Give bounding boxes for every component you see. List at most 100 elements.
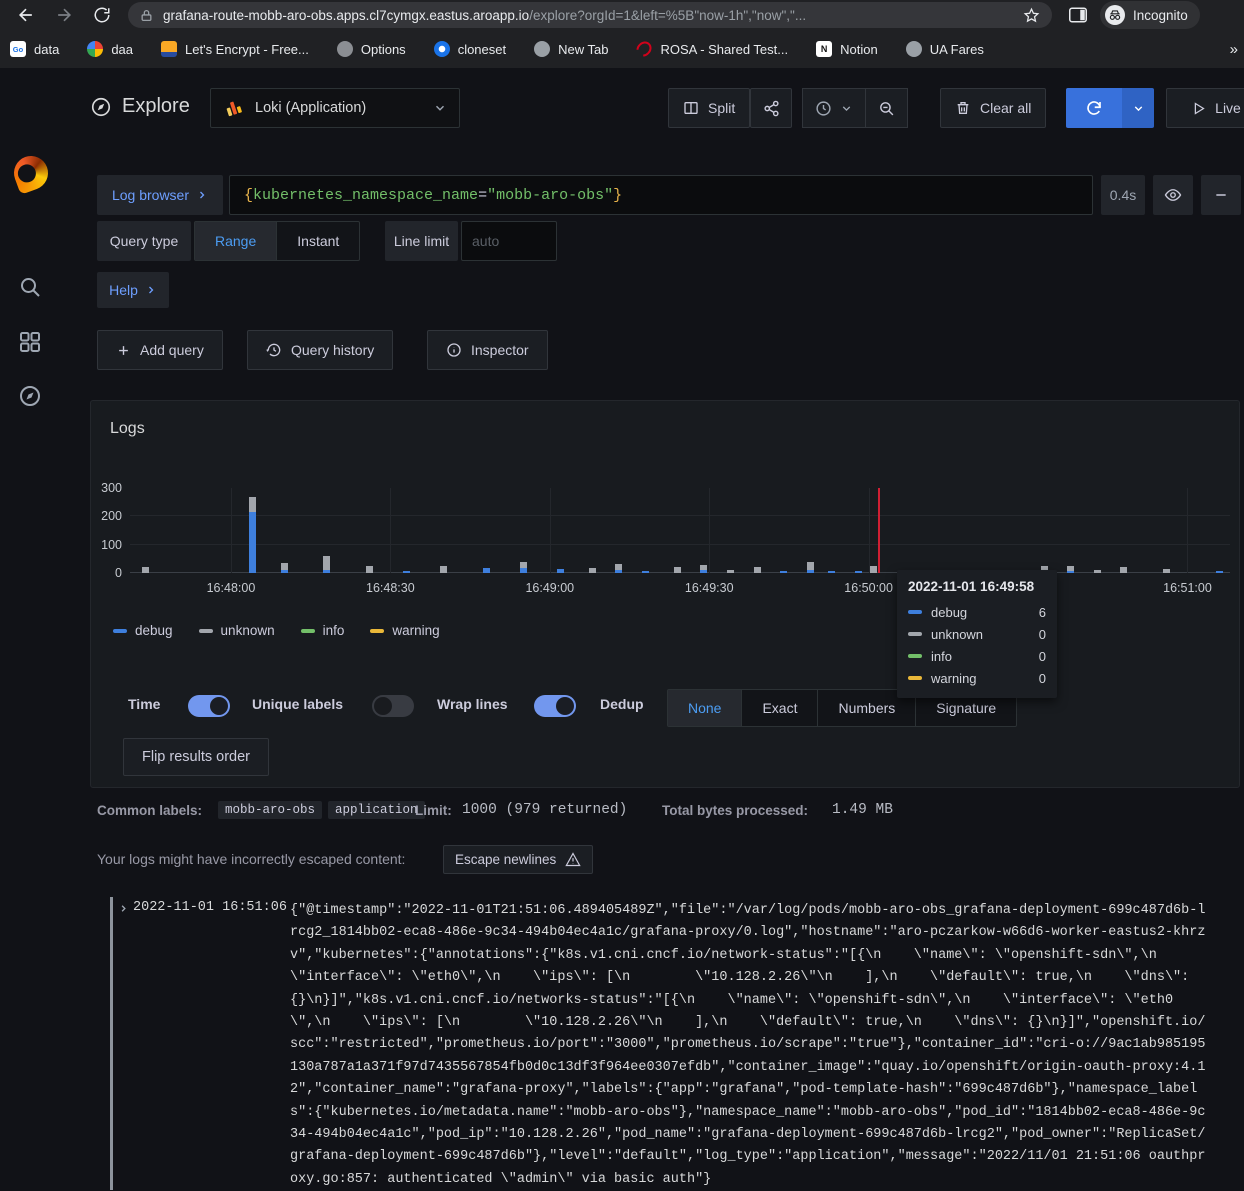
share-button[interactable] <box>750 88 792 128</box>
chart-bar-debug <box>249 512 256 573</box>
bookmark-item[interactable]: NNotion <box>816 41 878 57</box>
reload-icon <box>93 6 111 24</box>
log-line: scc":"restricted","prometheus.io/port":"… <box>290 1034 1238 1056</box>
bookmark-item[interactable]: Let's Encrypt - Free... <box>161 41 309 57</box>
bookmark-item[interactable]: daa <box>87 41 133 57</box>
explore-compass-icon[interactable] <box>18 384 42 408</box>
chart-bar-unknown <box>700 565 707 570</box>
grafana-logo[interactable] <box>9 151 53 195</box>
angle-right-icon <box>118 903 129 914</box>
chart-bar-unknown <box>1094 570 1101 573</box>
query-brace-close: } <box>613 187 622 204</box>
legend-item-unknown[interactable]: unknown <box>199 623 275 638</box>
split-button[interactable]: Split <box>668 88 750 128</box>
x-gridline <box>231 488 232 573</box>
time-toggle[interactable] <box>188 695 230 717</box>
browser-back-button[interactable] <box>14 3 38 27</box>
remove-query-button[interactable] <box>1201 175 1241 215</box>
time-picker-group <box>802 88 908 128</box>
wrap-lines-toggle-label: Wrap lines <box>437 696 508 712</box>
bookmark-label: daa <box>111 42 133 57</box>
tooltip-series-value: 0 <box>1039 627 1046 642</box>
legend-item-info[interactable]: info <box>301 623 345 638</box>
query-type-option-instant[interactable]: Instant <box>276 222 359 260</box>
bookmark-item[interactable]: ROSA - Shared Test... <box>636 42 788 57</box>
cloneset-icon <box>434 41 450 57</box>
chart-bar-unknown <box>281 563 288 570</box>
run-query-button[interactable] <box>1066 88 1122 128</box>
legend-label: unknown <box>221 623 275 638</box>
bookmark-item[interactable]: New Tab <box>534 41 608 57</box>
dedup-option-exact[interactable]: Exact <box>741 690 817 726</box>
search-icon[interactable] <box>18 275 42 299</box>
address-bar[interactable]: grafana-route-mobb-aro-obs.apps.cl7cymgx… <box>128 2 1052 28</box>
chart-bar-unknown <box>1067 566 1074 571</box>
x-tick-label: 16:49:00 <box>510 581 590 595</box>
help-button[interactable]: Help <box>97 272 169 308</box>
line-limit-input[interactable] <box>461 221 557 261</box>
bookmark-item[interactable]: cloneset <box>434 41 506 57</box>
flip-results-order-button[interactable]: Flip results order <box>123 738 269 776</box>
tooltip-series-value: 6 <box>1039 605 1046 620</box>
side-panel-button[interactable] <box>1066 3 1090 27</box>
query-type-option-range[interactable]: Range <box>195 222 276 260</box>
clear-all-button[interactable]: Clear all <box>940 88 1046 128</box>
tooltip-swatch <box>908 654 922 658</box>
logs-chart-plot[interactable] <box>130 488 1230 573</box>
globe-icon <box>534 41 550 57</box>
history-icon <box>266 342 282 358</box>
bookmarks-overflow-chevron[interactable]: » <box>1230 41 1238 58</box>
wrap-lines-toggle[interactable] <box>534 695 576 717</box>
log-expand-chevron[interactable] <box>118 903 129 914</box>
tooltip-series-value: 0 <box>1039 649 1046 664</box>
disable-query-button[interactable] <box>1153 175 1193 215</box>
incognito-badge: Incognito <box>1100 1 1200 29</box>
y-axis: 0100200300 <box>82 488 122 573</box>
zoom-out-time-button[interactable] <box>866 88 908 128</box>
bookmark-item[interactable]: Godata <box>10 41 59 57</box>
dashboards-grid-icon[interactable] <box>18 330 42 354</box>
y-tick-label: 200 <box>101 509 122 523</box>
time-picker-button[interactable] <box>802 88 866 128</box>
log-line: {}\n}]","k8s.v1.cni.cncf.io/networks-sta… <box>290 990 1238 1012</box>
split-label: Split <box>708 100 735 116</box>
loki-logo-icon <box>223 97 245 119</box>
add-query-button[interactable]: Add query <box>97 330 223 370</box>
log-line: 34-494b04ec4a1c","pod_ip":"10.128.2.26",… <box>290 1124 1238 1146</box>
live-button[interactable]: Live <box>1166 88 1244 128</box>
escape-newlines-button[interactable]: Escape newlines <box>443 845 593 874</box>
log-browser-button[interactable]: Log browser <box>97 175 223 215</box>
tooltip-swatch <box>908 610 922 614</box>
legend-item-debug[interactable]: debug <box>113 623 173 638</box>
chart-bar-unknown <box>520 562 527 569</box>
log-line: 2","container_name":"grafana-proxy","lab… <box>290 1079 1238 1101</box>
unique-labels-toggle[interactable] <box>372 695 414 717</box>
bookmark-star-icon[interactable] <box>1023 7 1040 24</box>
datasource-picker[interactable]: Loki (Application) <box>210 88 460 128</box>
query-history-label: Query history <box>291 342 374 358</box>
legend-item-warning[interactable]: warning <box>370 623 439 638</box>
bookmark-label: Notion <box>840 42 878 57</box>
query-brace-open: { <box>244 187 253 204</box>
y-tick-label: 100 <box>101 538 122 552</box>
query-history-button[interactable]: Query history <box>247 330 393 370</box>
chart-bar-debug <box>323 570 330 573</box>
flip-results-order-label: Flip results order <box>142 749 250 765</box>
inspector-button[interactable]: Inspector <box>427 330 548 370</box>
bookmark-item[interactable]: Options <box>337 41 406 57</box>
dedup-option-none[interactable]: None <box>668 690 741 726</box>
browser-toolbar: grafana-route-mobb-aro-obs.apps.cl7cymgx… <box>0 0 1244 30</box>
chart-bar-debug <box>281 570 288 573</box>
y-gridline <box>130 515 1230 516</box>
log-line: oxy.go:857: authenticated \"admin\" via … <box>290 1169 1238 1191</box>
log-line: \"interface\": \"eth0\",\n \"ips\": [\n … <box>290 967 1238 989</box>
browser-forward-button[interactable] <box>52 3 76 27</box>
x-gridline <box>869 488 870 573</box>
x-axis: 16:48:0016:48:3016:49:0016:49:3016:50:00… <box>130 581 1230 597</box>
bookmark-item[interactable]: UA Fares <box>906 41 984 57</box>
query-input[interactable]: {kubernetes_namespace_name="mobb-aro-obs… <box>229 175 1093 215</box>
run-query-interval-dropdown[interactable] <box>1122 88 1154 128</box>
log-browser-label: Log browser <box>112 187 189 203</box>
browser-reload-button[interactable] <box>90 3 114 27</box>
chart-bar-unknown <box>727 570 734 573</box>
